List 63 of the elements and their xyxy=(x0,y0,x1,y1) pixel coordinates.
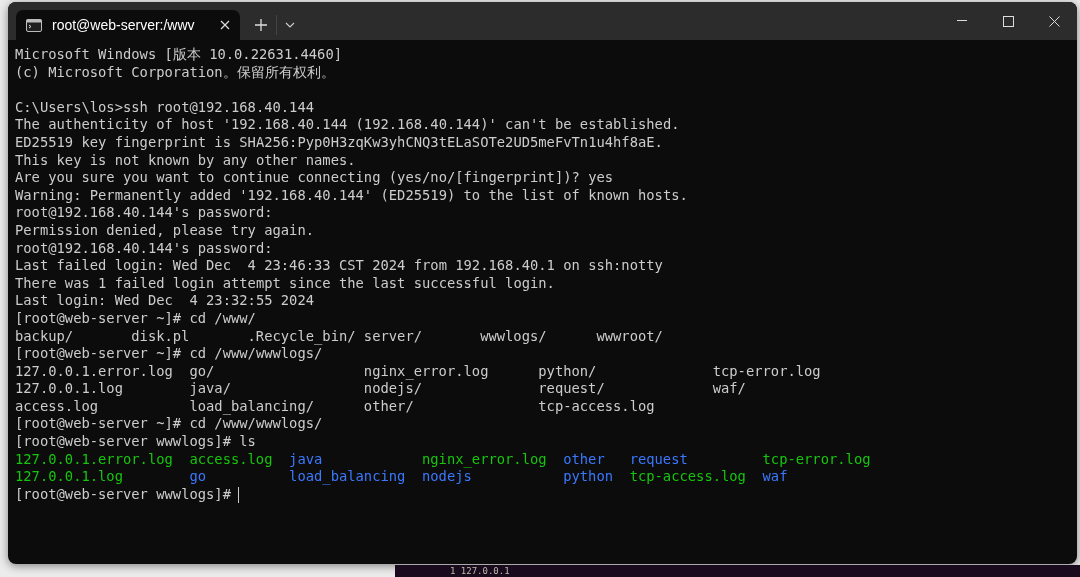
terminal-line: Last login: Wed Dec 4 23:32:55 2024 xyxy=(15,292,316,310)
directory-name: other xyxy=(563,450,605,467)
file-name: nodejs/ xyxy=(363,380,422,397)
file-name: tcp-error.log xyxy=(712,362,821,379)
terminal-line: C:\Users\los>ssh root@192.168.40.144 xyxy=(15,98,316,117)
terminal-line: The authenticity of host '192.168.40.144 (192.168.40.144)' can't be established. xyxy=(15,116,681,134)
terminal-tab[interactable]: root@web-server:/wwv xyxy=(16,10,240,40)
file-name: access.log xyxy=(189,450,273,467)
terminal-line: [root@web-server ~]# cd /www/wwwlogs/ xyxy=(15,345,324,363)
close-tab-icon[interactable] xyxy=(220,20,230,30)
tab-title: root@web-server:/wwv xyxy=(52,15,196,35)
shell-prompt: [root@web-server wwwlogs]# xyxy=(15,485,231,502)
terminal-line: ED25519 key fingerprint is SHA256:Pyp0H3zqKw3yhCNQ3tELaSOTe2UD5meFvTn1u4hf8aE. xyxy=(15,133,664,152)
minimize-icon xyxy=(957,20,967,22)
terminal-line: Are you sure you want to continue connecting (yes/no/[fingerprint])? yes xyxy=(15,169,615,187)
maximize-icon xyxy=(1002,15,1014,27)
file-name: tcp-access.log xyxy=(538,397,655,414)
file-name: 127.0.0.1.log xyxy=(15,380,123,397)
terminal-line: Microsoft Windows [版本 10.0.22631.4460] xyxy=(15,46,344,64)
file-name: go/ xyxy=(189,362,215,379)
file-name: nginx_error.log xyxy=(363,362,489,379)
directory-name: go xyxy=(189,468,207,485)
file-name: 127.0.0.1.error.log xyxy=(15,450,173,467)
file-name: tcp-error.log xyxy=(762,450,871,467)
file-name: java/ xyxy=(189,380,231,397)
file-name: 127.0.0.1.log xyxy=(15,468,123,485)
file-name: backup/ xyxy=(15,327,74,344)
file-name: load_balancing/ xyxy=(189,397,315,414)
terminal-line: This key is not known by any other names. xyxy=(15,151,357,170)
file-name: waf/ xyxy=(712,380,746,397)
terminal-line: There was 1 failed login attempt since the last successful login. xyxy=(15,274,556,293)
file-name: wwwroot/ xyxy=(596,327,663,344)
file-name: server/ xyxy=(363,327,422,344)
file-name: nginx_error.log xyxy=(422,450,547,467)
file-name: wwwlogs/ xyxy=(480,327,547,344)
close-icon xyxy=(1048,15,1060,27)
file-name: 127.0.0.1.error.log xyxy=(15,362,173,379)
file-name: tcp-access.log xyxy=(629,468,746,485)
terminal-line: [root@web-server wwwlogs]# ls xyxy=(15,433,257,451)
directory-name: nodejs xyxy=(422,468,472,485)
file-name: python/ xyxy=(538,362,597,379)
terminal-line: root@192.168.40.144's password: xyxy=(15,239,274,258)
directory-name: python xyxy=(563,468,614,485)
terminal-line: [root@web-server ~]# cd /www/ xyxy=(15,309,257,328)
file-name: .Recycle_bin/ xyxy=(247,327,356,344)
file-name: other/ xyxy=(363,397,414,414)
terminal-line: [root@web-server ~]# cd /www/wwwlogs/ xyxy=(15,415,324,434)
background-text: 1 127.0.0.1 xyxy=(450,566,510,576)
file-name: disk.pl xyxy=(131,327,190,344)
terminal-line: (c) Microsoft Corporation。保留所有权利。 xyxy=(15,63,336,82)
terminal-icon xyxy=(26,18,42,32)
terminal-line: Last failed login: Wed Dec 4 23:46:33 CST 2024 from 192.168.40.1 on ssh:notty xyxy=(15,257,664,275)
chevron-down-icon xyxy=(285,22,295,28)
directory-name: java xyxy=(289,450,323,467)
directory-name: waf xyxy=(762,468,788,485)
terminal-line: root@192.168.40.144's password: xyxy=(15,204,274,222)
file-name: request/ xyxy=(538,380,605,397)
terminal-line: Warning: Permanently added '192.168.40.144' (ED25519) to the list of known hosts. xyxy=(15,186,689,205)
file-name: access.log xyxy=(15,397,99,414)
terminal-line: Permission denied, please try again. xyxy=(15,221,316,240)
directory-name: request xyxy=(629,450,688,467)
directory-name: load_balancing xyxy=(289,468,406,485)
plus-icon xyxy=(254,18,268,32)
